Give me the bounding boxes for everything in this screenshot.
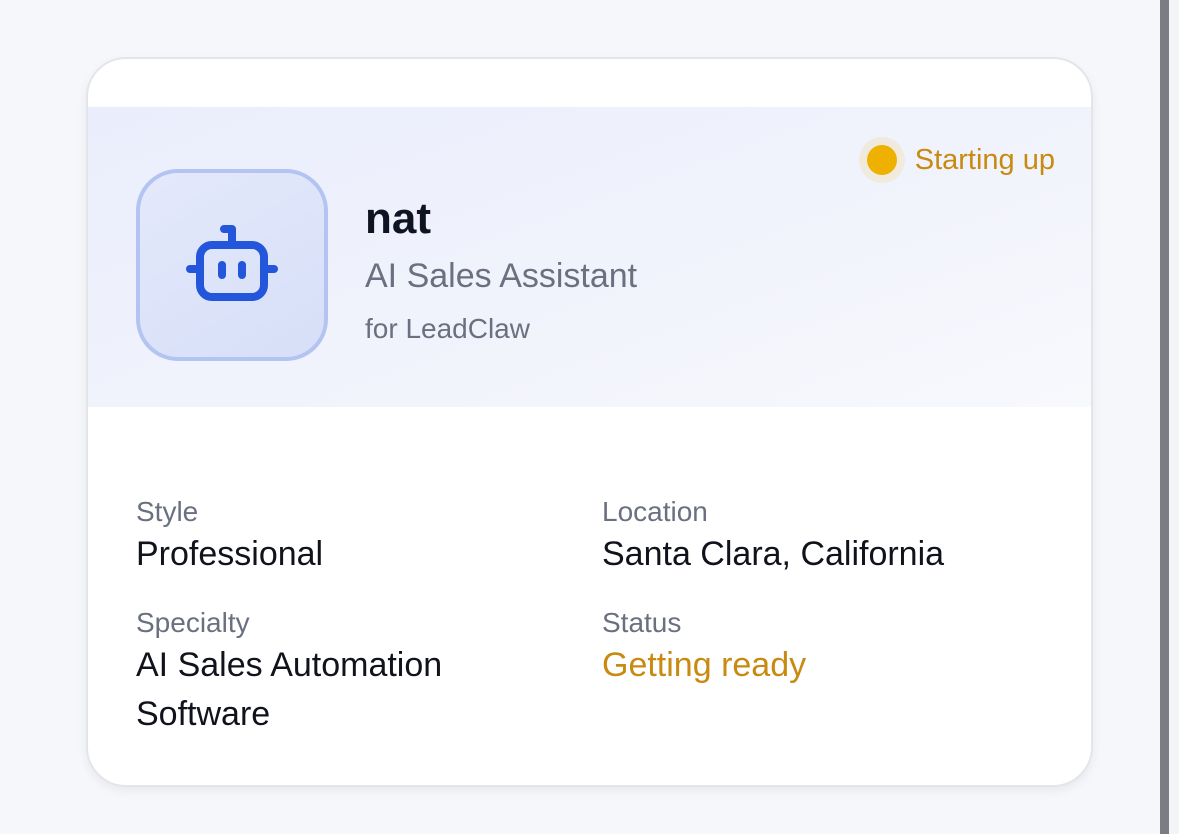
specialty-label: Specialty <box>136 607 250 638</box>
status-dot-icon <box>866 145 897 175</box>
agent-avatar <box>136 169 328 361</box>
specialty-value: AI Sales Automation Software <box>136 646 443 733</box>
location-value: Santa Clara, California <box>602 535 945 573</box>
status-text: Starting up <box>914 144 1055 176</box>
agent-name: nat <box>365 194 431 243</box>
agent-role: AI Sales Assistant <box>365 257 638 295</box>
robot-icon <box>186 225 278 301</box>
agent-company: for LeadClaw <box>365 313 530 344</box>
status-indicator: Starting up <box>866 143 1055 177</box>
style-value: Professional <box>136 535 324 573</box>
scrollbar-thumb[interactable] <box>1160 0 1169 834</box>
agent-card: nat AI Sales Assistant for LeadClaw Star… <box>86 57 1093 787</box>
status-label: Status <box>602 607 682 638</box>
style-label: Style <box>136 496 199 527</box>
location-label: Location <box>602 496 708 527</box>
status-value: Getting ready <box>602 646 807 684</box>
